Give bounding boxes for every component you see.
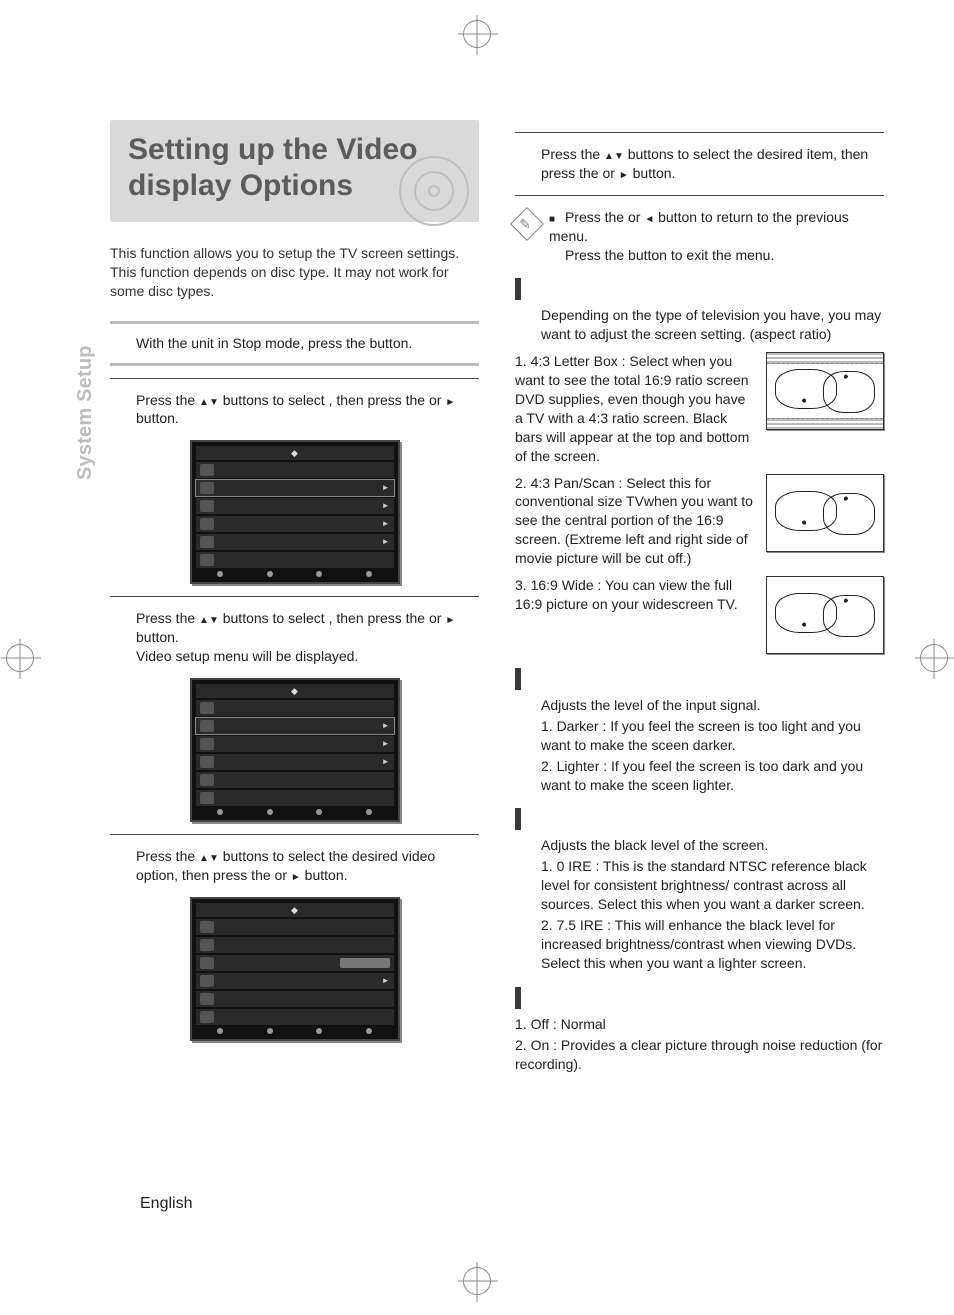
fig-panscan	[766, 474, 884, 552]
section-marker	[515, 987, 521, 1009]
tv-option-3: 3. 16:9 Wide : You can view the full 16:…	[515, 576, 884, 654]
text: button to exit the menu.	[628, 247, 774, 263]
section-marker	[515, 808, 521, 830]
text: 2. 4:3 Pan/Scan : Select this for conven…	[515, 474, 756, 568]
divider	[515, 195, 884, 196]
text: button.	[136, 629, 179, 645]
text: , then press the	[329, 392, 426, 408]
up-arrow-icon	[604, 146, 614, 162]
right-arrow-icon	[619, 165, 629, 181]
divider	[110, 378, 479, 379]
black-level-intro: Adjusts the black level of the screen.	[515, 836, 884, 855]
section-tab: System Setup	[72, 345, 99, 480]
down-arrow-icon	[209, 392, 219, 408]
left-arrow-icon	[644, 209, 654, 225]
language-footer: English	[140, 1193, 192, 1215]
text: button.	[136, 410, 179, 426]
up-arrow-icon	[199, 848, 209, 864]
text: or	[275, 867, 291, 883]
up-arrow-icon	[199, 392, 209, 408]
up-arrow-icon	[199, 610, 209, 626]
bullet-icon: ■	[549, 214, 555, 225]
text: Press the	[136, 848, 199, 864]
intro-text: This function allows you to setup the TV…	[110, 244, 479, 301]
step-5: Press the buttons to select the desired …	[515, 145, 884, 183]
tv-screen-mockup: ◆ ►	[190, 897, 400, 1041]
down-arrow-icon	[209, 848, 219, 864]
text: 2. Lighter : If you feel the screen is t…	[541, 757, 884, 795]
step-1-text-a: With the unit in Stop mode, press the	[136, 335, 366, 351]
disc-icon	[399, 156, 469, 226]
section-marker	[515, 278, 521, 300]
step-1: With the unit in Stop mode, press the bu…	[110, 334, 479, 353]
fig-letterbox	[766, 352, 884, 430]
manual-page: System Setup Setting up the Video displa…	[0, 0, 954, 1315]
step-4: Press the buttons to select the desired …	[110, 847, 479, 885]
divider	[110, 596, 479, 597]
divider	[110, 834, 479, 835]
text: 1. Darker : If you feel the screen is to…	[541, 717, 884, 755]
text: Press the	[136, 610, 199, 626]
note-box: ■ Press the or button to return to the p…	[515, 208, 884, 265]
divider	[515, 132, 884, 133]
text: button.	[629, 165, 676, 181]
video-level-intro: Adjusts the level of the input signal.	[515, 696, 884, 715]
text: 1. 0 IRE : This is the standard NTSC ref…	[541, 857, 884, 914]
video-level-list: 1. Darker : If you feel the screen is to…	[515, 717, 884, 795]
tv-option-2: 2. 4:3 Pan/Scan : Select this for conven…	[515, 474, 884, 568]
tv-screen-mockup: ◆ ► ► ► ►	[190, 440, 400, 584]
tv-screen-mockup: ◆ ► ► ►	[190, 678, 400, 822]
step-2: Press the buttons to select , then press…	[110, 391, 479, 429]
text: Video setup menu will be displayed.	[136, 648, 358, 664]
text: button.	[301, 867, 348, 883]
section-marker	[515, 668, 521, 690]
tv-option-1: 1. 4:3 Letter Box : Select when you want…	[515, 352, 884, 465]
text: buttons to select	[219, 610, 325, 626]
right-arrow-icon	[445, 610, 455, 626]
text: Press the	[565, 209, 624, 225]
text: Press the	[565, 247, 624, 263]
step-1-text-b: button.	[369, 335, 412, 351]
divider	[110, 363, 479, 366]
right-arrow-icon	[291, 867, 301, 883]
text: Press the	[541, 146, 604, 162]
text: 2. 7.5 IRE : This will enhance the black…	[541, 916, 884, 973]
down-arrow-icon	[209, 610, 219, 626]
text: 2. On : Provides a clear picture through…	[515, 1036, 884, 1074]
tv-aspect-intro: Depending on the type of television you …	[515, 306, 884, 344]
text: Press the	[136, 392, 199, 408]
text: buttons to select	[219, 392, 325, 408]
right-arrow-icon	[445, 392, 455, 408]
tv-header: ◆	[196, 446, 394, 460]
title-box: Setting up the Video display Options	[110, 120, 479, 222]
text: or	[602, 165, 618, 181]
text: 3. 16:9 Wide : You can view the full 16:…	[515, 576, 756, 614]
note-icon	[510, 207, 544, 241]
text: or	[628, 209, 644, 225]
right-column: Press the buttons to select the desired …	[515, 120, 884, 1075]
step-3: Press the buttons to select , then press…	[110, 609, 479, 666]
left-column: Setting up the Video display Options Thi…	[110, 120, 479, 1075]
noise-reduction-list: 1. Off : Normal 2. On : Provides a clear…	[515, 1015, 884, 1074]
down-arrow-icon	[614, 146, 624, 162]
text: , then press the	[329, 610, 426, 626]
text: 1. Off : Normal	[515, 1015, 884, 1034]
black-level-list: 1. 0 IRE : This is the standard NTSC ref…	[515, 857, 884, 972]
text: or	[429, 392, 445, 408]
divider	[110, 321, 479, 324]
text: or	[429, 610, 445, 626]
text: 1. 4:3 Letter Box : Select when you want…	[515, 352, 756, 465]
fig-wide	[766, 576, 884, 654]
play-arrow-icon: ►	[382, 483, 390, 494]
